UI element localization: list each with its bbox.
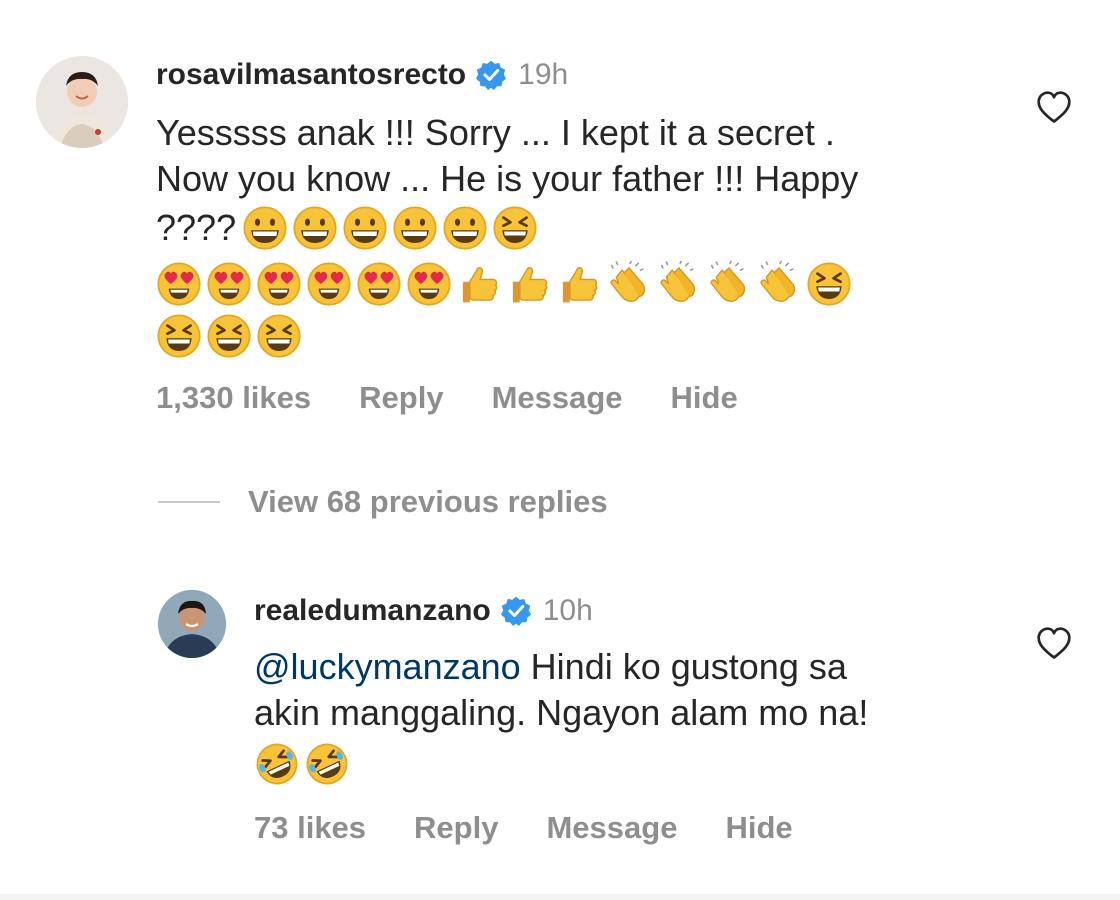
avatar[interactable] [36, 56, 128, 148]
comment-text-line: akin manggaling. Ngayon alam mo na! [254, 692, 869, 733]
grin-emoji-icon [392, 205, 438, 251]
heart-eyes-emoji-icon [256, 261, 302, 307]
emoji-row [156, 310, 1036, 362]
rofl-emoji-icon [254, 741, 300, 787]
laugh-squint-emoji-icon [806, 261, 852, 307]
comment-actions: 1,330 likes Reply Message Hide [156, 380, 786, 416]
view-replies-label[interactable]: View 68 previous replies [248, 484, 608, 520]
clap-emoji-icon [706, 261, 752, 307]
username[interactable]: realedumanzano [254, 594, 491, 628]
username[interactable]: rosavilmasantosrecto [156, 58, 466, 92]
thumbs-up-emoji-icon [556, 261, 602, 307]
reply-button[interactable]: Reply [359, 380, 443, 416]
comment-text-line: Yesssss anak !!! Sorry ... I kept it a s… [156, 112, 835, 153]
comment-text: @luckymanzano Hindi ko gustong sa akin m… [254, 644, 1014, 790]
heart-outline-icon[interactable] [1036, 90, 1072, 126]
laugh-squint-emoji-icon [156, 313, 202, 359]
clap-emoji-icon [756, 261, 802, 307]
grin-emoji-icon [342, 205, 388, 251]
divider-line [158, 501, 220, 503]
laugh-squint-emoji-icon [492, 205, 538, 251]
laugh-squint-emoji-icon [206, 313, 252, 359]
comment-text-line: Now you know ... He is your father !!! H… [156, 158, 859, 199]
comment-text-line: @luckymanzano Hindi ko gustong sa [254, 644, 1014, 690]
hide-button[interactable]: Hide [671, 380, 738, 416]
avatar[interactable] [158, 590, 226, 658]
timestamp: 10h [542, 594, 593, 627]
thumbs-up-emoji-icon [506, 261, 552, 307]
likes-count[interactable]: 1,330 likes [156, 380, 311, 416]
username-line: realedumanzano 10h [254, 594, 593, 628]
hide-button[interactable]: Hide [725, 810, 792, 846]
username-line: rosavilmasantosrecto 19h [156, 58, 568, 92]
heart-eyes-emoji-icon [206, 261, 252, 307]
question-marks: ???? [156, 207, 237, 248]
verified-badge-icon [476, 60, 506, 90]
heart-eyes-emoji-icon [356, 261, 402, 307]
heart-eyes-emoji-icon [156, 261, 202, 307]
heart-outline-icon[interactable] [1036, 626, 1072, 662]
clap-emoji-icon [606, 261, 652, 307]
laugh-squint-emoji-icon [256, 313, 302, 359]
mention-link[interactable]: @luckymanzano [254, 646, 521, 687]
rofl-emoji-icon [304, 741, 350, 787]
emoji-line: ???? [156, 202, 1036, 254]
message-button[interactable]: Message [492, 380, 623, 416]
reply-button[interactable]: Reply [414, 810, 498, 846]
bottom-divider [0, 894, 1120, 900]
likes-count[interactable]: 73 likes [254, 810, 366, 846]
emoji-row [156, 258, 1036, 310]
message-button[interactable]: Message [546, 810, 677, 846]
thumbs-up-emoji-icon [456, 261, 502, 307]
comment-text: Yesssss anak !!! Sorry ... I kept it a s… [156, 110, 1036, 362]
heart-eyes-emoji-icon [306, 261, 352, 307]
clap-emoji-icon [656, 261, 702, 307]
emoji-row [254, 738, 1014, 790]
emoji-group [242, 205, 538, 251]
heart-eyes-emoji-icon [406, 261, 452, 307]
timestamp: 19h [518, 58, 569, 91]
grin-emoji-icon [442, 205, 488, 251]
verified-badge-icon [501, 596, 531, 626]
grin-emoji-icon [242, 205, 288, 251]
grin-emoji-icon [292, 205, 338, 251]
comment-text-segment: Hindi ko gustong sa [520, 646, 847, 687]
view-previous-replies[interactable]: View 68 previous replies [158, 484, 608, 520]
comment-actions: 73 likes Reply Message Hide [254, 810, 841, 846]
